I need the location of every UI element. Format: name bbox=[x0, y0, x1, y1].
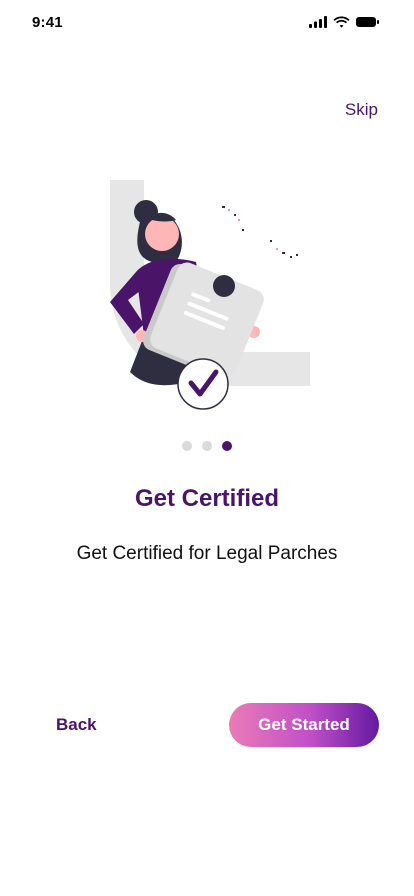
check-icon bbox=[177, 358, 229, 410]
status-time: 9:41 bbox=[32, 14, 63, 31]
status-bar: 9:41 bbox=[0, 0, 414, 44]
signal-icon bbox=[309, 16, 327, 28]
onboarding-subtitle: Get Certified for Legal Parches bbox=[76, 543, 338, 564]
certified-illustration bbox=[110, 180, 310, 410]
page-dot-active[interactable] bbox=[222, 441, 232, 451]
page-dot[interactable] bbox=[202, 441, 212, 451]
wifi-icon bbox=[333, 16, 350, 28]
badge-dot bbox=[213, 275, 235, 297]
page-indicator bbox=[0, 441, 414, 451]
back-button[interactable]: Back bbox=[56, 715, 97, 735]
status-icons bbox=[309, 16, 380, 28]
page-dot[interactable] bbox=[182, 441, 192, 451]
get-started-button[interactable]: Get Started bbox=[229, 703, 379, 747]
battery-icon bbox=[356, 17, 379, 27]
onboarding-title: Get Certified bbox=[134, 485, 280, 512]
skip-button[interactable]: Skip bbox=[345, 100, 378, 120]
